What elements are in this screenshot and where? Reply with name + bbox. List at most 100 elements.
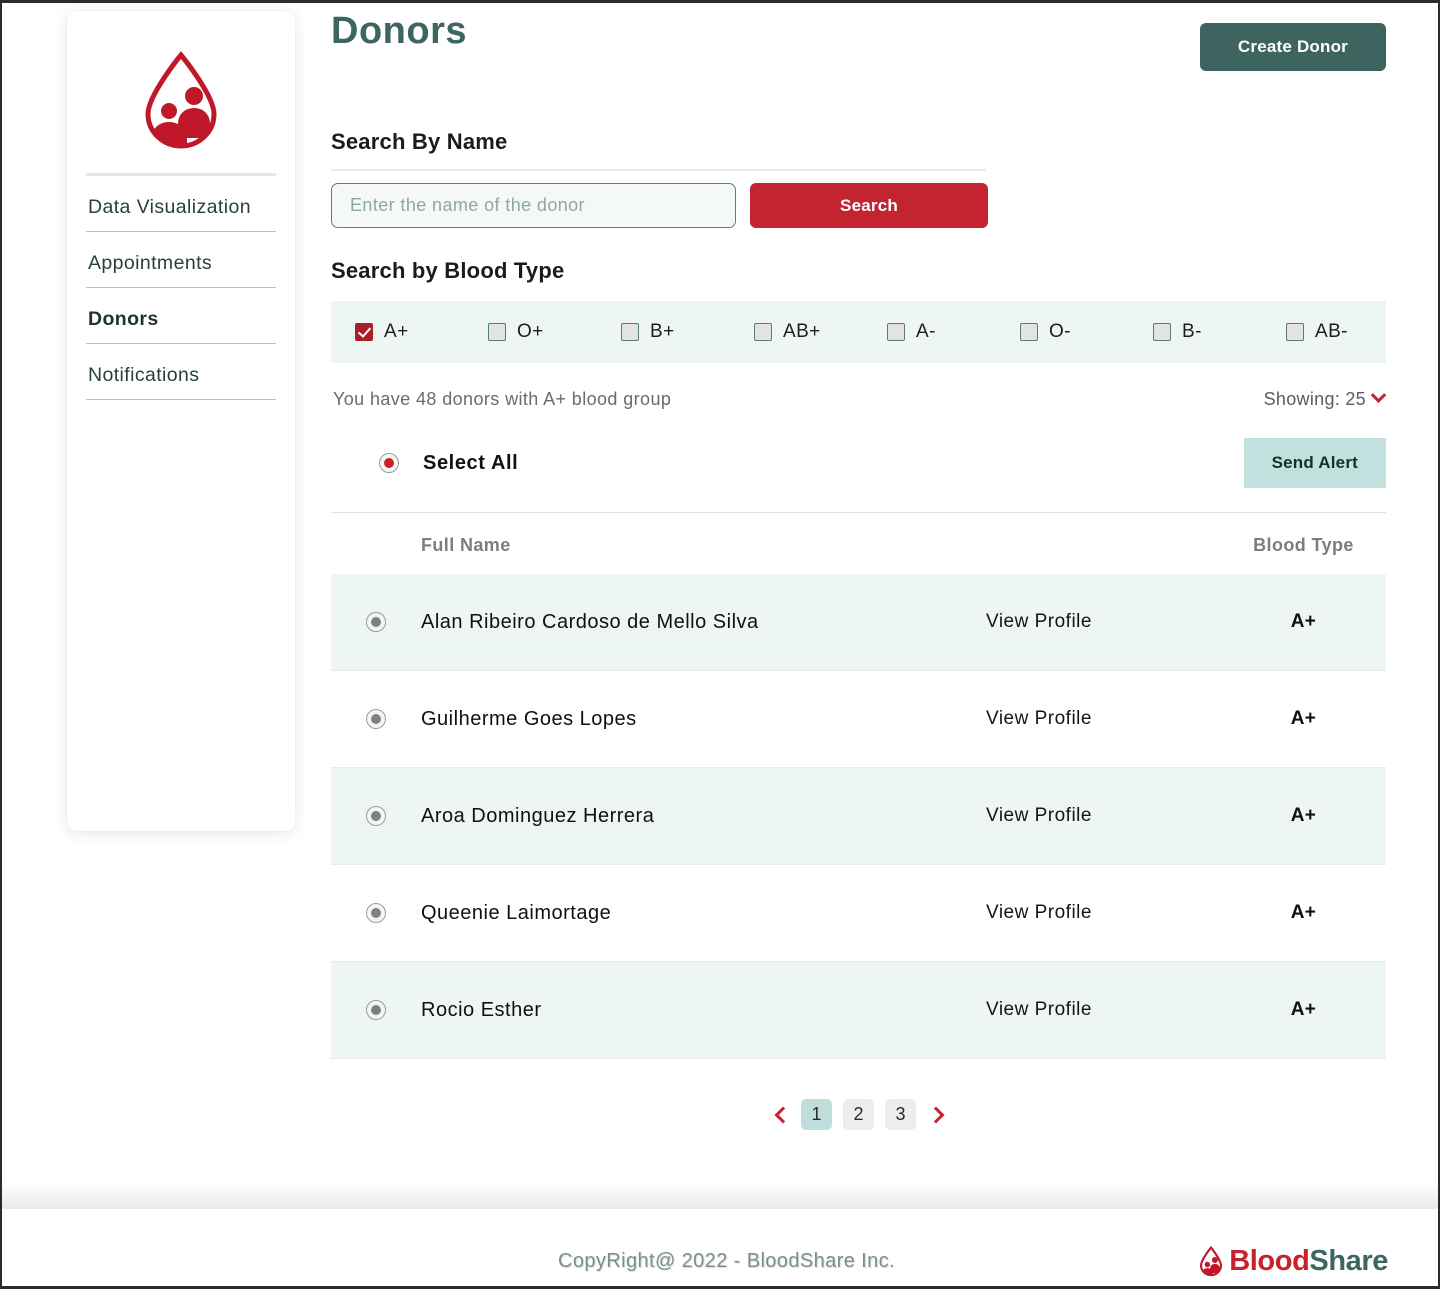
select-all-row: Select All Send Alert bbox=[331, 438, 1386, 488]
sidebar-item-data-visualization[interactable]: Data Visualization bbox=[86, 176, 276, 232]
select-all-radio[interactable] bbox=[379, 453, 399, 473]
blood-type-option-a-pos[interactable]: A+ bbox=[355, 321, 488, 343]
view-profile-link[interactable]: View Profile bbox=[986, 611, 1221, 633]
table-row[interactable]: Guilherme Goes Lopes View Profile A+ bbox=[331, 671, 1386, 768]
row-donor-name: Queenie Laimortage bbox=[421, 901, 612, 924]
table-row[interactable]: Rocio Esther View Profile A+ bbox=[331, 962, 1386, 1059]
table-row[interactable]: Aroa Dominguez Herrera View Profile A+ bbox=[331, 768, 1386, 865]
row-radio[interactable] bbox=[366, 1000, 386, 1020]
view-profile-link[interactable]: View Profile bbox=[986, 708, 1221, 730]
blood-type-filter-bar: A+ O+ B+ AB+ A- O- B- AB- bbox=[331, 301, 1386, 363]
blood-type-label: A- bbox=[916, 321, 936, 342]
row-blood-type: A+ bbox=[1290, 805, 1317, 826]
row-donor-name: Aroa Dominguez Herrera bbox=[421, 804, 655, 827]
search-button[interactable]: Search bbox=[750, 183, 988, 228]
blood-type-option-b-neg[interactable]: B- bbox=[1153, 321, 1286, 343]
checkbox-icon[interactable] bbox=[621, 323, 639, 341]
blood-type-label: B+ bbox=[650, 321, 675, 342]
row-donor-name: Alan Ribeiro Cardoso de Mello Silva bbox=[421, 610, 759, 633]
blood-type-option-b-pos[interactable]: B+ bbox=[621, 321, 754, 343]
view-profile-link[interactable]: View Profile bbox=[986, 805, 1221, 827]
page-button-1[interactable]: 1 bbox=[801, 1099, 832, 1130]
app-window: Data Visualization Appointments Donors N… bbox=[0, 0, 1440, 1289]
blood-type-label: A+ bbox=[384, 321, 409, 342]
checkbox-icon[interactable] bbox=[355, 323, 373, 341]
sidebar-item-notifications[interactable]: Notifications bbox=[86, 344, 276, 400]
select-all-control[interactable]: Select All bbox=[379, 452, 518, 475]
checkbox-icon[interactable] bbox=[887, 323, 905, 341]
copyright-text: CopyRight@ 2022 - BloodShare Inc. bbox=[558, 1249, 896, 1272]
row-radio[interactable] bbox=[366, 709, 386, 729]
chevron-down-icon bbox=[1370, 387, 1387, 404]
page-title: Donors bbox=[331, 10, 467, 52]
column-header-blood-type: Blood Type bbox=[1253, 535, 1354, 555]
create-donor-button[interactable]: Create Donor bbox=[1199, 23, 1386, 71]
donors-table: Full Name Blood Type Alan Ribeiro Cardos… bbox=[331, 512, 1386, 1059]
sidebar-item-label: Appointments bbox=[88, 252, 213, 274]
row-blood-type: A+ bbox=[1290, 708, 1317, 729]
search-by-name-label: Search By Name bbox=[331, 129, 508, 154]
footer: CopyRight@ 2022 - BloodShare Inc. BloodS… bbox=[2, 1209, 1438, 1286]
page-header: Donors Create Donor bbox=[331, 3, 1386, 71]
showing-label: Showing: 25 bbox=[1263, 389, 1366, 409]
checkbox-icon[interactable] bbox=[754, 323, 772, 341]
sidebar-nav: Data Visualization Appointments Donors N… bbox=[67, 176, 295, 400]
blood-type-label: AB+ bbox=[783, 321, 821, 342]
blood-type-label: AB- bbox=[1315, 321, 1348, 342]
sidebar-item-label: Notifications bbox=[88, 364, 200, 386]
main-content: Donors Create Donor Search By Name Searc… bbox=[295, 3, 1438, 1130]
sidebar-item-appointments[interactable]: Appointments bbox=[86, 232, 276, 288]
page-button-2[interactable]: 2 bbox=[843, 1099, 874, 1130]
sidebar: Data Visualization Appointments Donors N… bbox=[67, 11, 295, 831]
page-body: Data Visualization Appointments Donors N… bbox=[2, 3, 1438, 1181]
row-donor-name: Rocio Esther bbox=[421, 998, 542, 1021]
blood-drop-people-icon bbox=[145, 51, 217, 149]
row-select-cell[interactable] bbox=[331, 806, 421, 826]
blood-type-option-ab-neg[interactable]: AB- bbox=[1286, 321, 1419, 343]
checkbox-icon[interactable] bbox=[1286, 323, 1304, 341]
table-row[interactable]: Queenie Laimortage View Profile A+ bbox=[331, 865, 1386, 962]
chevron-right-icon[interactable] bbox=[927, 1107, 943, 1123]
send-alert-button[interactable]: Send Alert bbox=[1243, 438, 1386, 488]
sidebar-item-donors[interactable]: Donors bbox=[86, 288, 276, 344]
footer-wordmark: BloodShare bbox=[1229, 1245, 1388, 1278]
results-summary-row: You have 48 donors with A+ blood group S… bbox=[331, 387, 1387, 410]
chevron-left-icon[interactable] bbox=[774, 1107, 790, 1123]
sidebar-logo bbox=[67, 11, 295, 173]
row-select-cell[interactable] bbox=[331, 903, 421, 923]
row-donor-name: Guilherme Goes Lopes bbox=[421, 707, 637, 730]
footer-logo: BloodShare bbox=[1198, 1245, 1388, 1278]
blood-type-option-o-neg[interactable]: O- bbox=[1020, 321, 1153, 343]
view-profile-link[interactable]: View Profile bbox=[986, 902, 1221, 924]
checkbox-icon[interactable] bbox=[1020, 323, 1038, 341]
table-row[interactable]: Alan Ribeiro Cardoso de Mello Silva View… bbox=[331, 574, 1386, 671]
row-radio[interactable] bbox=[366, 903, 386, 923]
footer-shadow bbox=[2, 1181, 1438, 1209]
search-input[interactable] bbox=[331, 183, 736, 228]
blood-type-option-a-neg[interactable]: A- bbox=[887, 321, 1020, 343]
blood-type-option-o-pos[interactable]: O+ bbox=[488, 321, 621, 343]
row-select-cell[interactable] bbox=[331, 709, 421, 729]
row-radio[interactable] bbox=[366, 612, 386, 632]
page-button-3[interactable]: 3 bbox=[885, 1099, 916, 1130]
row-select-cell[interactable] bbox=[331, 1000, 421, 1020]
row-blood-type: A+ bbox=[1290, 902, 1317, 923]
column-header-full-name: Full Name bbox=[421, 535, 511, 555]
showing-dropdown[interactable]: Showing: 25 bbox=[1263, 387, 1387, 410]
checkbox-icon[interactable] bbox=[488, 323, 506, 341]
table-header-row: Full Name Blood Type bbox=[331, 512, 1386, 574]
pagination: 1 2 3 bbox=[331, 1099, 1386, 1130]
blood-type-label: O- bbox=[1049, 321, 1071, 342]
wordmark-blood: Blood bbox=[1229, 1244, 1310, 1277]
view-profile-link[interactable]: View Profile bbox=[986, 999, 1221, 1021]
search-section-divider bbox=[331, 169, 986, 171]
sidebar-item-label: Donors bbox=[88, 308, 159, 330]
checkbox-icon[interactable] bbox=[1153, 323, 1171, 341]
donor-count-text: You have 48 donors with A+ blood group bbox=[333, 389, 672, 409]
row-radio[interactable] bbox=[366, 806, 386, 826]
blood-drop-people-icon bbox=[1200, 1245, 1223, 1276]
blood-type-option-ab-pos[interactable]: AB+ bbox=[754, 321, 887, 343]
search-row: Search bbox=[331, 183, 1386, 228]
row-select-cell[interactable] bbox=[331, 612, 421, 632]
search-by-blood-type-label: Search by Blood Type bbox=[331, 258, 565, 283]
